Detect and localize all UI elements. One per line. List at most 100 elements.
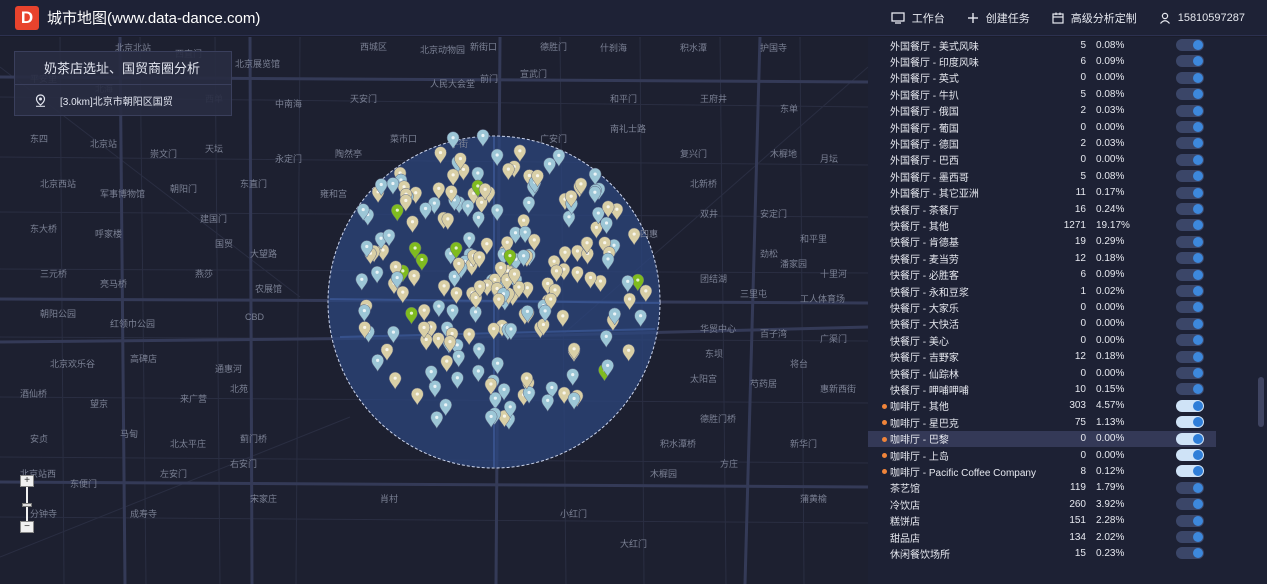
poi-marker[interactable] <box>634 309 647 328</box>
poi-marker[interactable] <box>621 275 634 293</box>
poi-marker[interactable] <box>440 354 454 373</box>
category-toggle[interactable] <box>1176 334 1204 347</box>
nav-user-account[interactable]: 15810597287 <box>1159 12 1245 24</box>
category-row[interactable]: 咖啡厅 - 星巴克 75 1.13% <box>868 414 1216 430</box>
poi-marker[interactable] <box>461 199 475 218</box>
poi-marker[interactable] <box>487 322 500 341</box>
poi-marker[interactable] <box>484 410 498 428</box>
category-toggle[interactable] <box>1176 367 1204 379</box>
poi-marker[interactable] <box>476 129 490 148</box>
poi-marker[interactable] <box>437 279 451 298</box>
category-toggle[interactable] <box>1176 350 1204 363</box>
poi-marker[interactable] <box>627 227 641 246</box>
poi-marker[interactable] <box>386 177 400 195</box>
category-toggle[interactable] <box>1176 481 1204 494</box>
category-toggle[interactable] <box>1176 268 1204 281</box>
category-toggle[interactable] <box>1176 252 1204 265</box>
poi-marker[interactable] <box>567 342 581 361</box>
poi-marker[interactable] <box>388 371 402 390</box>
nav-create-task[interactable]: 创建任务 <box>967 10 1030 26</box>
category-row[interactable]: 外国餐厅 - 印度风味 6 0.09% <box>868 53 1216 69</box>
category-row[interactable]: 咖啡厅 - 巴黎 0 0.00% <box>868 430 1216 447</box>
poi-marker[interactable] <box>567 392 581 410</box>
category-toggle[interactable] <box>1176 71 1204 84</box>
category-row[interactable]: 外国餐厅 - 巴西 0 0.00% <box>868 152 1216 168</box>
category-toggle[interactable] <box>1176 203 1204 215</box>
poi-marker[interactable] <box>566 368 579 387</box>
zoom-in-button[interactable]: + <box>20 475 34 487</box>
poi-marker[interactable] <box>355 273 369 291</box>
zoom-out-button[interactable]: − <box>20 521 34 533</box>
poi-marker[interactable] <box>541 394 554 412</box>
poi-marker[interactable] <box>491 356 504 375</box>
category-row[interactable]: 咖啡厅 - Pacific Coffee Company 8 0.12% <box>868 463 1216 479</box>
poi-marker[interactable] <box>557 386 571 405</box>
category-toggle[interactable] <box>1176 465 1204 478</box>
poi-marker[interactable] <box>469 305 482 324</box>
poi-marker[interactable] <box>419 333 433 352</box>
poi-marker[interactable] <box>407 269 421 288</box>
category-row[interactable]: 冷饮店 260 3.92% <box>868 496 1216 512</box>
poi-marker[interactable] <box>490 203 504 222</box>
category-row[interactable]: 咖啡厅 - 上岛 0 0.00% <box>868 447 1216 463</box>
poi-marker[interactable] <box>406 215 419 234</box>
category-row[interactable]: 外国餐厅 - 美式风味 5 0.08% <box>868 37 1216 53</box>
category-row[interactable]: 快餐厅 - 茶餐厅 16 0.24% <box>868 201 1216 217</box>
poi-marker[interactable] <box>522 196 536 215</box>
category-toggle[interactable] <box>1176 285 1204 297</box>
poi-marker[interactable] <box>411 387 424 406</box>
poi-marker[interactable] <box>462 231 476 250</box>
category-row[interactable]: 快餐厅 - 美心 0 0.00% <box>868 332 1216 348</box>
poi-marker[interactable] <box>451 371 464 390</box>
category-row[interactable]: 快餐厅 - 其他 1271 19.17% <box>868 217 1216 233</box>
category-row[interactable]: 快餐厅 - 大家乐 0 0.00% <box>868 299 1216 315</box>
poi-marker[interactable] <box>452 349 465 368</box>
category-toggle[interactable] <box>1176 514 1204 527</box>
category-row[interactable]: 快餐厅 - 必胜客 6 0.09% <box>868 267 1216 283</box>
category-toggle[interactable] <box>1176 399 1204 412</box>
category-row[interactable]: 快餐厅 - 吉野家 12 0.18% <box>868 349 1216 365</box>
poi-marker[interactable] <box>472 211 485 229</box>
poi-marker[interactable] <box>446 131 460 150</box>
category-toggle[interactable] <box>1176 137 1204 150</box>
poi-marker[interactable] <box>588 167 602 186</box>
category-toggle[interactable] <box>1176 449 1204 461</box>
map-canvas[interactable]: 北京北站西直门北京展览馆西城区北京动物园新街口德胜门什刹海积水潭护国寺平安里北海… <box>0 37 868 584</box>
category-toggle[interactable] <box>1176 219 1204 232</box>
poi-marker[interactable] <box>430 411 444 429</box>
poi-marker[interactable] <box>370 265 384 284</box>
poi-marker[interactable] <box>396 285 410 304</box>
poi-marker[interactable] <box>639 284 653 303</box>
poi-marker[interactable] <box>417 303 431 322</box>
poi-marker[interactable] <box>358 304 371 323</box>
poi-marker[interactable] <box>558 245 572 264</box>
category-row[interactable]: 外国餐厅 - 葡国 0 0.00% <box>868 119 1216 135</box>
category-row[interactable]: 外国餐厅 - 俄国 2 0.03% <box>868 103 1216 119</box>
category-row[interactable]: 休闲餐饮场所 15 0.23% <box>868 545 1216 561</box>
poi-marker[interactable] <box>600 216 613 235</box>
poi-marker[interactable] <box>584 271 597 290</box>
category-list-scrollbar[interactable] <box>1258 377 1264 427</box>
poi-marker[interactable] <box>415 253 429 272</box>
category-toggle[interactable] <box>1176 547 1204 560</box>
zoom-slider-handle[interactable] <box>22 503 32 507</box>
poi-marker[interactable] <box>600 330 613 348</box>
poi-marker[interactable] <box>556 309 570 328</box>
category-row[interactable]: 快餐厅 - 麦当劳 12 0.18% <box>868 250 1216 266</box>
category-toggle[interactable] <box>1176 55 1204 68</box>
poi-marker[interactable] <box>424 365 438 384</box>
category-row[interactable]: 甜品店 134 2.02% <box>868 529 1216 545</box>
poi-marker[interactable] <box>432 332 445 351</box>
category-row[interactable]: 茶艺馆 119 1.79% <box>868 480 1216 496</box>
poi-marker[interactable] <box>446 168 460 187</box>
category-row[interactable]: 快餐厅 - 永和豆浆 1 0.02% <box>868 283 1216 299</box>
nav-advanced-analysis[interactable]: 高级分析定制 <box>1052 10 1137 26</box>
analysis-location[interactable]: [3.0km]北京市朝阳区国贸 <box>15 85 231 116</box>
category-toggle[interactable] <box>1176 170 1204 183</box>
poi-marker[interactable] <box>562 210 576 229</box>
category-toggle[interactable] <box>1176 317 1204 330</box>
category-toggle[interactable] <box>1176 235 1204 248</box>
category-toggle[interactable] <box>1176 301 1204 314</box>
poi-marker[interactable] <box>588 186 602 204</box>
category-row[interactable]: 糕饼店 151 2.28% <box>868 513 1216 529</box>
